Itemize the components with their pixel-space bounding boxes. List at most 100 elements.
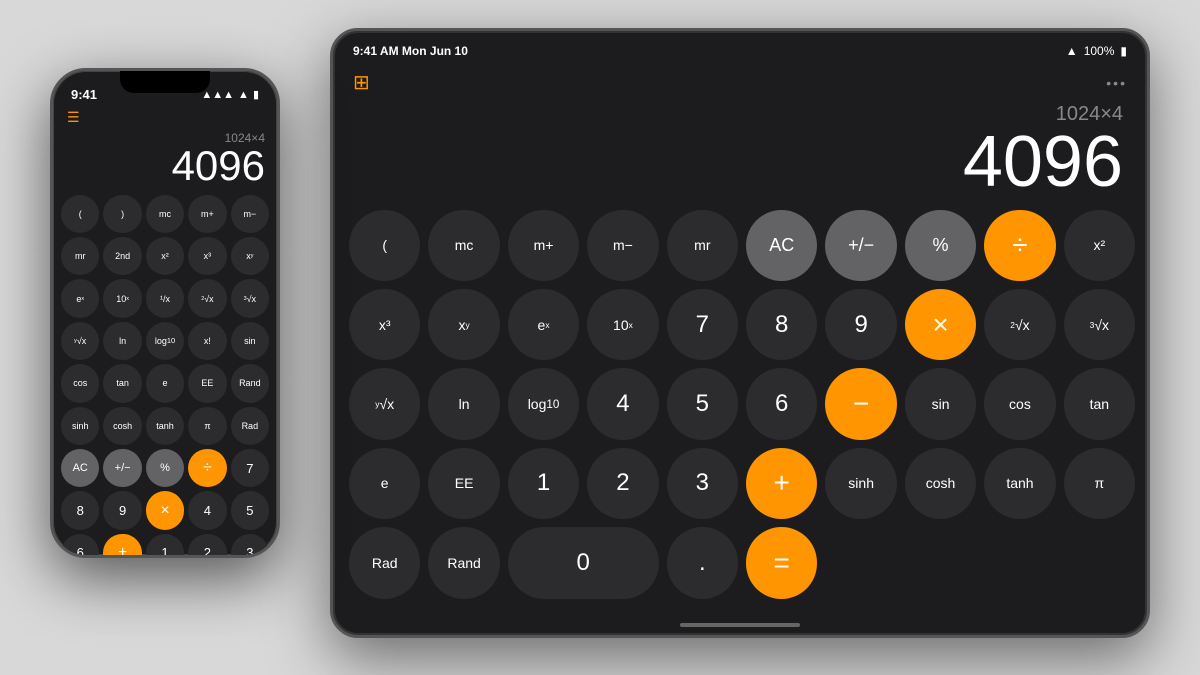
iphone-btn-sqrty[interactable]: y√x: [61, 322, 99, 360]
iphone-display: 1024×4 4096: [53, 131, 277, 195]
iphone-btn-close-paren[interactable]: ): [103, 195, 141, 233]
btn-0[interactable]: 0: [508, 527, 659, 598]
iphone-btn-sign[interactable]: +/−: [103, 449, 141, 487]
btn-sqrt2[interactable]: 2√x: [984, 289, 1055, 360]
iphone-btn-x-sq[interactable]: x²: [146, 237, 184, 275]
btn-x-to-y[interactable]: xy: [428, 289, 499, 360]
iphone-btn-pct[interactable]: %: [146, 449, 184, 487]
ipad-toolbar: ⊞ •••: [333, 67, 1147, 103]
iphone-btn-mr[interactable]: mr: [61, 237, 99, 275]
btn-plus-minus[interactable]: +/−: [825, 210, 896, 281]
iphone-btn-2nd[interactable]: 2nd: [103, 237, 141, 275]
btn-rad[interactable]: Rad: [349, 527, 420, 598]
iphone-btn-tanh[interactable]: tanh: [146, 407, 184, 445]
btn-open-paren[interactable]: (: [349, 210, 420, 281]
iphone-btn-x-cu[interactable]: x³: [188, 237, 226, 275]
iphone-battery-icon: ▮: [253, 88, 259, 101]
iphone-btn-5[interactable]: 5: [231, 491, 269, 529]
btn-ac[interactable]: AC: [746, 210, 817, 281]
btn-m-plus[interactable]: m+: [508, 210, 579, 281]
ipad-home-bar: [680, 623, 800, 627]
iphone-btn-8[interactable]: 8: [61, 491, 99, 529]
btn-pi[interactable]: π: [1064, 448, 1135, 519]
iphone-btn-mc[interactable]: mc: [146, 195, 184, 233]
btn-x-squared[interactable]: x²: [1064, 210, 1135, 281]
iphone-btn-6[interactable]: 6: [61, 534, 99, 558]
btn-tan[interactable]: tan: [1064, 368, 1135, 439]
btn-5[interactable]: 5: [667, 368, 738, 439]
btn-x-cubed[interactable]: x³: [349, 289, 420, 360]
btn-tanh[interactable]: tanh: [984, 448, 1055, 519]
iphone-btn-mul[interactable]: ×: [146, 491, 184, 529]
iphone-btn-m-plus[interactable]: m+: [188, 195, 226, 233]
btn-sqrty[interactable]: y√x: [349, 368, 420, 439]
btn-7[interactable]: 7: [667, 289, 738, 360]
iphone-btn-pi[interactable]: π: [188, 407, 226, 445]
iphone-btn-9[interactable]: 9: [103, 491, 141, 529]
btn-add[interactable]: +: [746, 448, 817, 519]
iphone-btn-ee[interactable]: EE: [188, 364, 226, 402]
btn-e[interactable]: e: [349, 448, 420, 519]
iphone-btn-sinh[interactable]: sinh: [61, 407, 99, 445]
btn-cos[interactable]: cos: [984, 368, 1055, 439]
iphone-btn-div[interactable]: ÷: [188, 449, 226, 487]
iphone-btn-open-paren[interactable]: (: [61, 195, 99, 233]
btn-3[interactable]: 3: [667, 448, 738, 519]
btn-sin[interactable]: sin: [905, 368, 976, 439]
iphone-btn-ac[interactable]: AC: [61, 449, 99, 487]
iphone-btn-rand[interactable]: Rand: [231, 364, 269, 402]
iphone-btn-4[interactable]: 4: [188, 491, 226, 529]
iphone-btn-2[interactable]: 2: [188, 534, 226, 558]
iphone-btn-10x[interactable]: 10x: [103, 279, 141, 317]
iphone-btn-cos[interactable]: cos: [61, 364, 99, 402]
btn-cosh[interactable]: cosh: [905, 448, 976, 519]
btn-1[interactable]: 1: [508, 448, 579, 519]
btn-e-to-x[interactable]: ex: [508, 289, 579, 360]
iphone-btn-1x[interactable]: ¹/x: [146, 279, 184, 317]
btn-ln[interactable]: ln: [428, 368, 499, 439]
battery-icon: ▮: [1120, 44, 1127, 58]
iphone-btn-ex[interactable]: ex: [61, 279, 99, 317]
btn-8[interactable]: 8: [746, 289, 817, 360]
iphone-btn-7[interactable]: 7: [231, 449, 269, 487]
iphone-btn-e[interactable]: e: [146, 364, 184, 402]
btn-6[interactable]: 6: [746, 368, 817, 439]
iphone-btn-3[interactable]: 3: [231, 534, 269, 558]
iphone-btn-xfact[interactable]: x!: [188, 322, 226, 360]
iphone-status-icons: ▲▲▲ ▲ ▮: [201, 88, 259, 101]
btn-4[interactable]: 4: [587, 368, 658, 439]
btn-percent[interactable]: %: [905, 210, 976, 281]
btn-sqrt3[interactable]: 3√x: [1064, 289, 1135, 360]
iphone-btn-cosh[interactable]: cosh: [103, 407, 141, 445]
iphone-btn-sqrt3[interactable]: 3√x: [231, 279, 269, 317]
iphone-list-icon[interactable]: ☰: [67, 109, 80, 125]
btn-10-to-x[interactable]: 10x: [587, 289, 658, 360]
iphone-btn-add[interactable]: +: [103, 534, 141, 558]
iphone-btn-x-y[interactable]: xy: [231, 237, 269, 275]
iphone-btn-sqrt2[interactable]: 2√x: [188, 279, 226, 317]
btn-sinh[interactable]: sinh: [825, 448, 896, 519]
btn-decimal[interactable]: .: [667, 527, 738, 598]
btn-ee[interactable]: EE: [428, 448, 499, 519]
btn-divide[interactable]: ÷: [984, 210, 1055, 281]
iphone-btn-tan[interactable]: tan: [103, 364, 141, 402]
btn-mc[interactable]: mc: [428, 210, 499, 281]
iphone-btn-1[interactable]: 1: [146, 534, 184, 558]
iphone-btn-log[interactable]: log10: [146, 322, 184, 360]
iphone-btn-sin[interactable]: sin: [231, 322, 269, 360]
sidebar-toggle-icon[interactable]: ⊞: [353, 70, 370, 95]
btn-subtract[interactable]: −: [825, 368, 896, 439]
btn-rand[interactable]: Rand: [428, 527, 499, 598]
iphone-btn-ln[interactable]: ln: [103, 322, 141, 360]
btn-equals[interactable]: =: [746, 527, 817, 598]
btn-9[interactable]: 9: [825, 289, 896, 360]
btn-log10[interactable]: log10: [508, 368, 579, 439]
iphone-btn-m-minus[interactable]: m−: [231, 195, 269, 233]
btn-2[interactable]: 2: [587, 448, 658, 519]
btn-multiply[interactable]: ×: [905, 289, 976, 360]
iphone-btn-rad[interactable]: Rad: [231, 407, 269, 445]
btn-mr[interactable]: mr: [667, 210, 738, 281]
ipad-camera: [730, 39, 750, 47]
more-options-icon[interactable]: •••: [1106, 75, 1127, 91]
btn-m-minus[interactable]: m−: [587, 210, 658, 281]
